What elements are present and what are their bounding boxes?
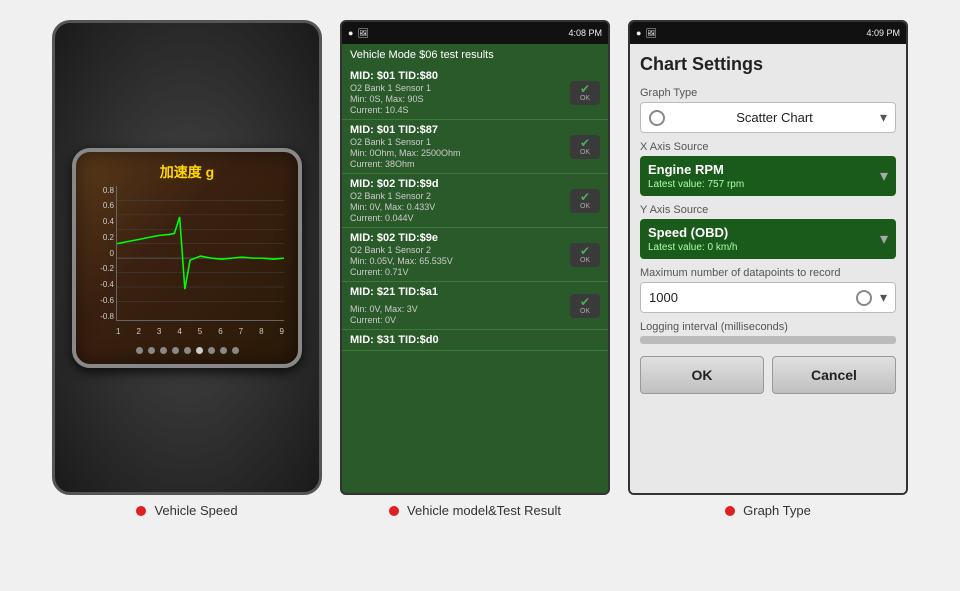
list-item: MID: $02 TID:$9d O2 Bank 1 Sensor 2 Min:…: [342, 174, 608, 228]
y-axis-latest: Latest value: 0 km/h: [648, 242, 888, 253]
max-datapoints-input[interactable]: 1000 ▾: [640, 282, 896, 313]
x-axis-label: X Axis Source: [640, 141, 896, 153]
dot-1: [136, 347, 143, 354]
status-time-2: 4:08 PM: [568, 28, 602, 38]
chevron-down-icon: ▾: [880, 166, 888, 186]
graph-type-radio[interactable]: [649, 110, 665, 126]
page-dots: [86, 347, 288, 354]
list-item: MID: $01 TID:$87 O2 Bank 1 Sensor 1 Min:…: [342, 120, 608, 174]
phone-frame-2: ● 🖼 4:08 PM Vehicle Mode $06 test result…: [340, 20, 610, 495]
chevron-down-icon: ▾: [880, 109, 887, 126]
dot-5: [184, 347, 191, 354]
phone-frame-3: ● 🖼 4:09 PM Chart Settings Graph Type Sc…: [628, 20, 908, 495]
dot-9: [232, 347, 239, 354]
ok-button[interactable]: OK: [640, 356, 764, 394]
list-item: MID: $02 TID:$9e O2 Bank 1 Sensor 2 Min:…: [342, 228, 608, 282]
y-axis-label: Y Axis Source: [640, 204, 896, 216]
list-item: MID: $31 TID:$d0: [342, 330, 608, 351]
chevron-down-icon: ▾: [880, 289, 887, 306]
panel-1-text: Vehicle Speed: [154, 503, 237, 518]
chart-plot: [116, 186, 284, 321]
red-dot-3: [725, 506, 735, 516]
settings-title: Chart Settings: [640, 54, 896, 75]
list-item: MID: $01 TID:$80 O2 Bank 1 Sensor 1 Min:…: [342, 66, 608, 120]
max-datapoints-section: Maximum number of datapoints to record 1…: [640, 267, 896, 313]
graph-type-value: Scatter Chart: [736, 110, 813, 125]
dot-2: [148, 347, 155, 354]
x-axis-labels: 9 8 7 6 5 4 3 2 1: [116, 323, 284, 341]
panel-chart-settings: ● 🖼 4:09 PM Chart Settings Graph Type Sc…: [628, 20, 908, 518]
ok-badge-2: ✔ OK: [570, 135, 600, 159]
cancel-button[interactable]: Cancel: [772, 356, 896, 394]
action-buttons: OK Cancel: [640, 356, 896, 394]
mode-header: Vehicle Mode $06 test results: [342, 44, 608, 66]
red-dot-2: [389, 506, 399, 516]
ok-badge-3: ✔ OK: [570, 189, 600, 213]
status-time-3: 4:09 PM: [866, 28, 900, 38]
y-axis-labels: 0.8 0.6 0.4 0.2 0 -0.2 -0.4 -0.6 -0.8: [86, 186, 114, 321]
status-bar-2: ● 🖼 4:08 PM: [342, 22, 608, 44]
max-datapoints-radio[interactable]: [856, 290, 872, 306]
graph-area: 0.8 0.6 0.4 0.2 0 -0.2 -0.4 -0.6 -0.8: [86, 186, 288, 341]
x-axis-dropdown[interactable]: Engine RPM Latest value: 757 rpm ▾: [640, 156, 896, 196]
max-datapoints-label: Maximum number of datapoints to record: [640, 267, 896, 279]
graph-widget: 加速度 g 0.8 0.6 0.4 0.2 0 -0.2 -0.4 -0.6 -…: [72, 148, 302, 368]
panel-test-result: ● 🖼 4:08 PM Vehicle Mode $06 test result…: [340, 20, 610, 518]
logging-interval-slider[interactable]: [640, 336, 896, 344]
graph-type-label: Graph Type: [640, 87, 896, 99]
y-axis-value: Speed (OBD): [648, 225, 888, 240]
phone-frame-1: 加速度 g 0.8 0.6 0.4 0.2 0 -0.2 -0.4 -0.6 -…: [52, 20, 322, 495]
x-axis-latest: Latest value: 757 rpm: [648, 179, 888, 190]
dot-8: [220, 347, 227, 354]
logging-label: Logging interval (milliseconds): [640, 321, 896, 333]
panel-1-label: Vehicle Speed: [136, 503, 237, 518]
y-axis-dropdown[interactable]: Speed (OBD) Latest value: 0 km/h ▾: [640, 219, 896, 259]
panel-vehicle-speed: 加速度 g 0.8 0.6 0.4 0.2 0 -0.2 -0.4 -0.6 -…: [52, 20, 322, 518]
x-axis-section: X Axis Source Engine RPM Latest value: 7…: [640, 141, 896, 196]
list-item: MID: $21 TID:$a1 Min: 0V, Max: 3V Curren…: [342, 282, 608, 330]
graph-type-dropdown[interactable]: Scatter Chart ▾: [640, 102, 896, 133]
panel-3-label: Graph Type: [725, 503, 811, 518]
panel-2-label: Vehicle model&Test Result: [389, 503, 561, 518]
results-list: MID: $01 TID:$80 O2 Bank 1 Sensor 1 Min:…: [342, 66, 608, 493]
status-bar-3: ● 🖼 4:09 PM: [630, 22, 906, 44]
x-axis-value: Engine RPM: [648, 162, 888, 177]
ok-badge-5: ✔ OK: [570, 294, 600, 318]
max-datapoints-value: 1000: [649, 290, 678, 305]
panel-3-text: Graph Type: [743, 503, 811, 518]
graph-type-section: Graph Type Scatter Chart ▾: [640, 87, 896, 133]
dot-4: [172, 347, 179, 354]
dot-7: [208, 347, 215, 354]
dot-6-active: [196, 347, 203, 354]
red-dot-1: [136, 506, 146, 516]
chevron-down-icon: ▾: [880, 229, 888, 249]
ok-badge-4: ✔ OK: [570, 243, 600, 267]
graph-title: 加速度 g: [86, 162, 288, 182]
y-axis-section: Y Axis Source Speed (OBD) Latest value: …: [640, 204, 896, 259]
dot-3: [160, 347, 167, 354]
logging-section: Logging interval (milliseconds): [640, 321, 896, 344]
chart-settings-body: Chart Settings Graph Type Scatter Chart …: [630, 44, 906, 493]
ok-badge-1: ✔ OK: [570, 81, 600, 105]
panel-2-text: Vehicle model&Test Result: [407, 503, 561, 518]
